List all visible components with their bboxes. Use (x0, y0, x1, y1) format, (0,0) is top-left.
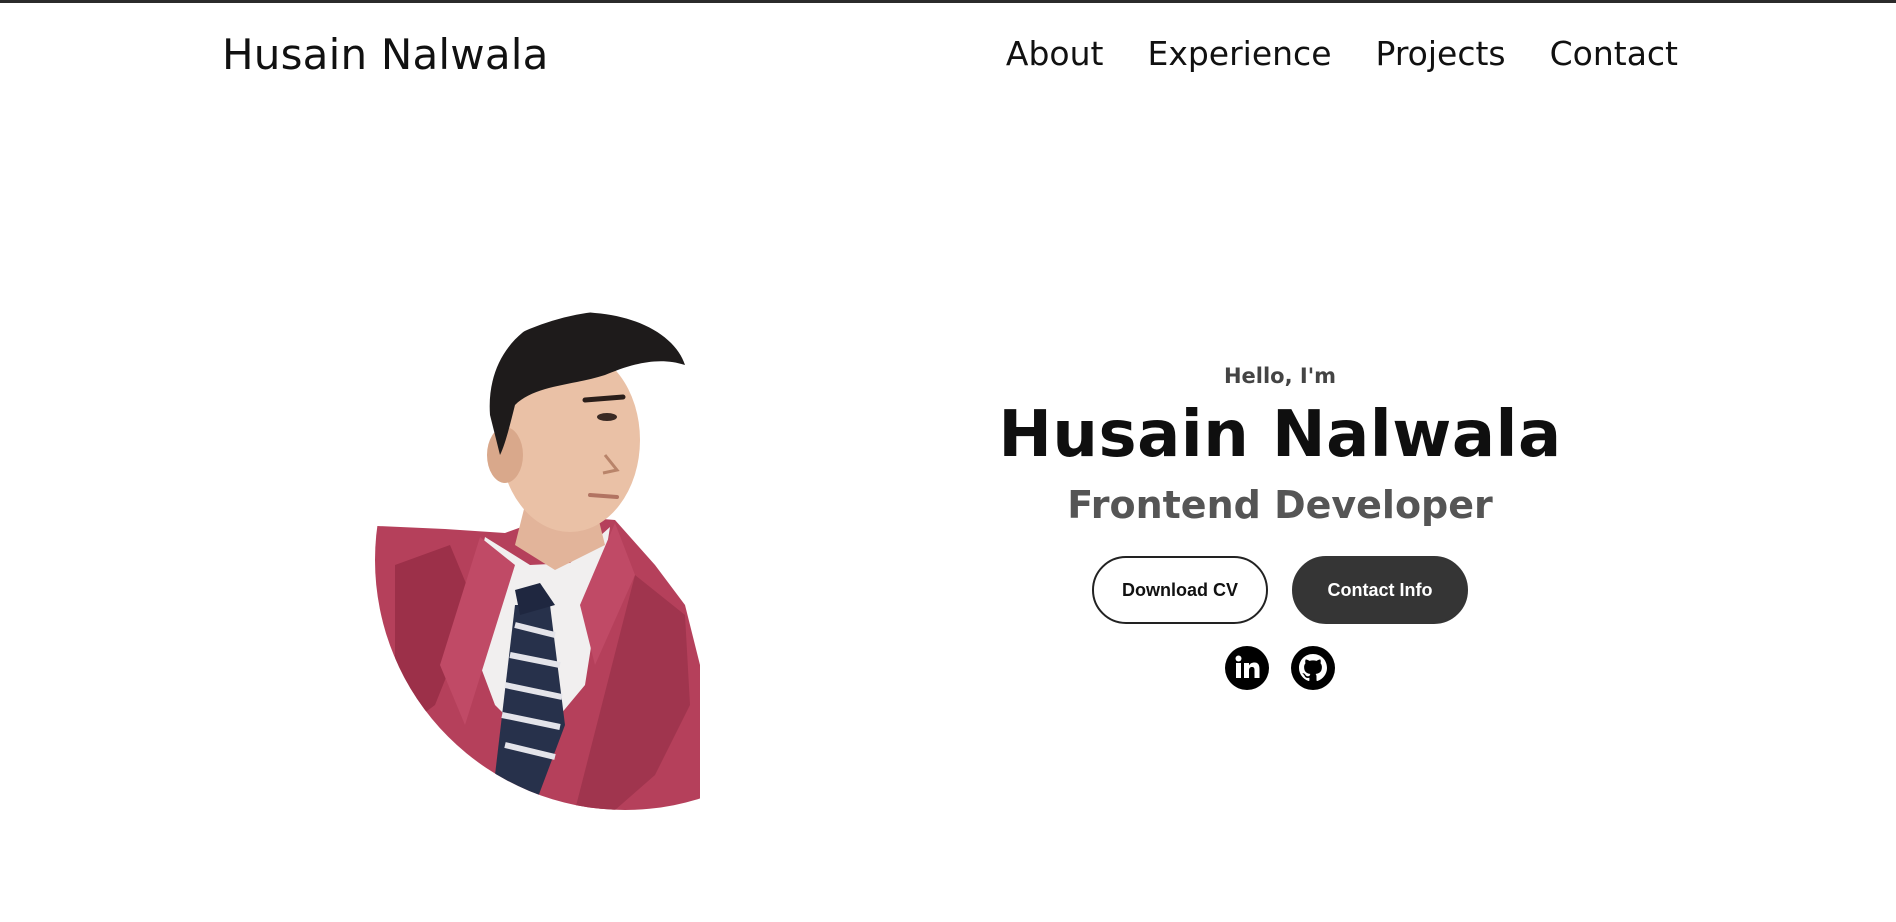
github-icon[interactable] (1291, 646, 1335, 690)
nav-link-about[interactable]: About (1006, 34, 1104, 73)
nav-link-experience[interactable]: Experience (1147, 34, 1331, 73)
hero-greeting: Hello, I'm (1223, 364, 1337, 388)
hero-name: Husain Nalwala (998, 398, 1562, 472)
linkedin-icon[interactable] (1225, 646, 1269, 690)
nav-link-projects[interactable]: Projects (1376, 34, 1506, 73)
site-logo[interactable]: Husain Nalwala (222, 30, 549, 79)
navbar: Husain Nalwala About Experience Projects… (0, 0, 1896, 110)
contact-info-button[interactable]: Contact Info (1292, 556, 1468, 624)
hero-role: Frontend Developer (1067, 483, 1493, 527)
social-links (980, 646, 1580, 690)
nav-links: About Experience Projects Contact (1006, 34, 1678, 73)
hero-section: Hello, I'm Husain Nalwala Frontend Devel… (980, 360, 1580, 690)
hero-buttons: Download CV Contact Info (980, 556, 1580, 624)
nav-link-contact[interactable]: Contact (1550, 34, 1678, 73)
profile-picture (355, 305, 755, 810)
download-cv-button[interactable]: Download CV (1092, 556, 1268, 624)
